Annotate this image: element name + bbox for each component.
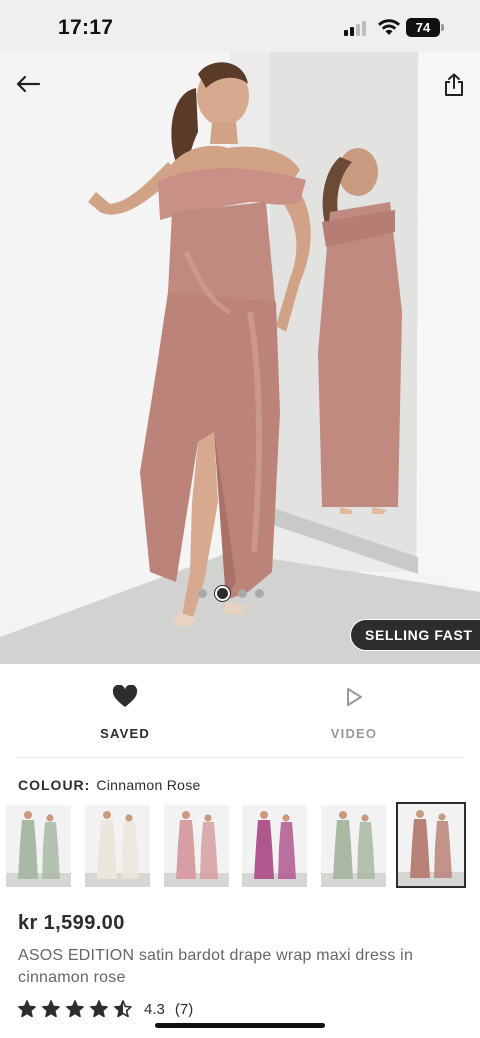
product-price: kr 1,599.00 <box>18 912 125 934</box>
saved-label: SAVED <box>100 726 150 741</box>
colour-selector-label: COLOUR: Cinnamon Rose <box>18 777 201 793</box>
arrow-left-icon <box>16 75 41 93</box>
product-actions: SAVED VIDEO <box>0 670 480 756</box>
product-rating[interactable]: 4.3 (7) <box>18 998 193 1020</box>
rating-value: 4.3 <box>144 1000 165 1018</box>
status-time: 17:17 <box>58 16 114 39</box>
star-filled-icon <box>18 1000 36 1018</box>
gallery-dot[interactable] <box>238 588 247 598</box>
colour-swatch-ivory[interactable] <box>85 805 150 887</box>
signal-icon <box>344 20 370 36</box>
home-indicator <box>155 1023 325 1028</box>
battery-icon: 74 <box>406 18 444 37</box>
heart-filled-icon <box>112 685 138 707</box>
wifi-icon <box>377 17 401 37</box>
status-bar: 17:17 74 <box>0 0 480 52</box>
colour-swatch-blush[interactable] <box>164 805 229 887</box>
colour-swatch-list <box>6 802 480 889</box>
video-label: VIDEO <box>330 726 378 741</box>
gallery-dot[interactable] <box>255 588 264 598</box>
product-title: ASOS EDITION satin bardot drape wrap max… <box>18 947 414 986</box>
share-button[interactable] <box>438 68 470 102</box>
star-half-icon <box>114 1000 132 1018</box>
star-filled-icon <box>66 1000 84 1018</box>
video-button[interactable]: VIDEO <box>294 680 414 741</box>
colour-swatch-magenta[interactable] <box>242 805 307 887</box>
rating-count: (7) <box>174 1000 194 1018</box>
battery-level: 74 <box>406 18 440 37</box>
rating-stars <box>18 1000 132 1018</box>
back-button[interactable] <box>12 68 44 100</box>
colour-value: Cinnamon Rose <box>96 777 201 793</box>
gallery-dot-active[interactable] <box>215 585 230 601</box>
colour-swatch-sage-green[interactable] <box>321 805 386 887</box>
play-outline-icon <box>347 688 362 706</box>
divider <box>18 757 462 758</box>
colour-swatch-cinnamon-rose[interactable] <box>396 802 466 888</box>
star-filled-icon <box>90 1000 108 1018</box>
save-button[interactable]: SAVED <box>65 680 185 741</box>
star-filled-icon <box>42 1000 60 1018</box>
gallery-pagination[interactable] <box>198 585 264 601</box>
colour-label: COLOUR: <box>18 777 91 793</box>
gallery-dot[interactable] <box>198 588 207 598</box>
product-image-gallery[interactable]: SELLING FAST <box>0 52 480 664</box>
share-icon <box>445 73 463 96</box>
product-photo <box>0 52 480 664</box>
colour-swatch-sage[interactable] <box>6 805 71 887</box>
selling-fast-badge: SELLING FAST <box>350 619 480 651</box>
